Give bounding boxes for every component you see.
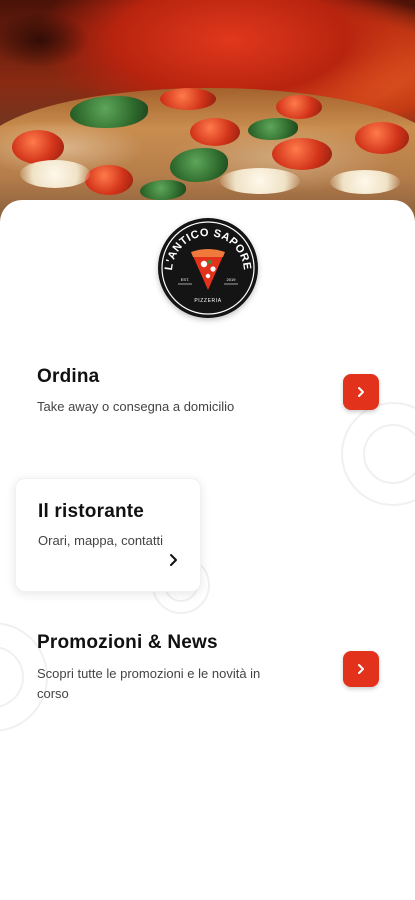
promotions-arrow-button[interactable]: [343, 651, 379, 687]
promotions-subtitle-line2: corso: [37, 686, 69, 701]
restaurant-subtitle: Orari, mappa, contatti: [38, 533, 163, 548]
logo-emblem: L'ANTICO SAPORE EST. 2019 PIZZERIA: [161, 221, 255, 315]
chevron-right-icon: [358, 664, 364, 674]
mozzarella-topping: [330, 170, 400, 194]
chevron-right-icon: [358, 387, 364, 397]
brand-logo[interactable]: L'ANTICO SAPORE EST. 2019 PIZZERIA: [158, 218, 258, 318]
promotions-subtitle-line1: Scopri tutte le promozioni e le novità i…: [37, 666, 261, 681]
restaurant-card[interactable]: Il ristorante Orari, mappa, contatti: [15, 478, 201, 592]
mozzarella-topping: [20, 160, 90, 188]
order-subtitle: Take away o consegna a domicilio: [37, 399, 235, 414]
tomato-topping: [276, 95, 322, 119]
tomato-topping: [160, 88, 216, 110]
order-title: Ordina: [37, 366, 100, 387]
tomato-topping: [355, 122, 409, 154]
tomato-topping: [85, 165, 133, 195]
logo-est-label: EST.: [181, 277, 189, 282]
chevron-right-icon[interactable]: [167, 552, 181, 568]
logo-subtitle: PIZZERIA: [194, 298, 221, 304]
tomato-topping: [190, 118, 240, 146]
promotions-title: Promozioni & News: [37, 632, 218, 653]
mozzarella-topping: [220, 168, 300, 194]
logo-year-label: 2019: [227, 277, 237, 282]
tomato-topping: [272, 138, 332, 170]
decorative-ring: [363, 424, 415, 484]
tomato-topping: [12, 130, 64, 164]
order-arrow-button[interactable]: [343, 374, 379, 410]
restaurant-title: Il ristorante: [38, 501, 145, 522]
main-sheet: L'ANTICO SAPORE EST. 2019 PIZZERIA Ordin…: [0, 200, 415, 900]
